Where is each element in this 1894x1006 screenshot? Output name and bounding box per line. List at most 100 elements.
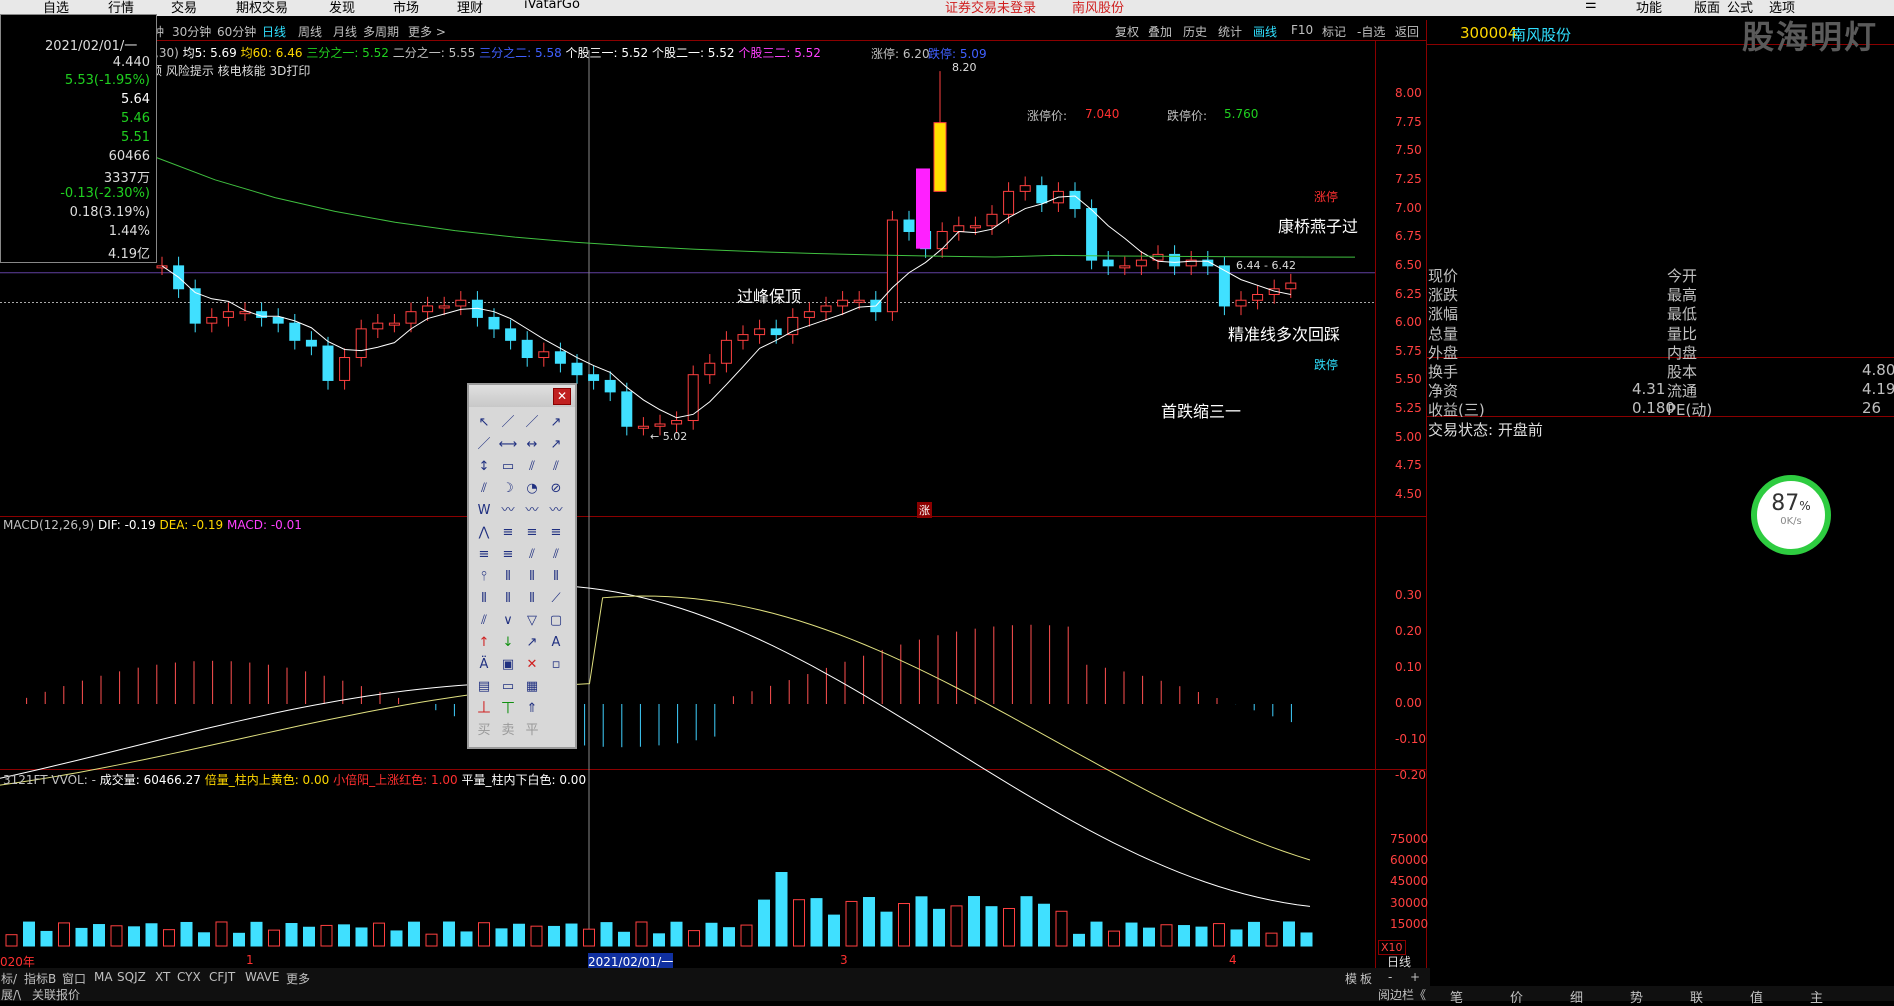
palette-tool-icon[interactable]: Ä <box>473 655 495 675</box>
palette-tool-icon[interactable]: ⫽ <box>521 457 543 477</box>
tab-cyx[interactable]: CYX <box>177 970 201 984</box>
palette-tool-icon[interactable]: ⫽ <box>545 457 567 477</box>
tab-ban[interactable]: 板 <box>1360 970 1372 987</box>
palette-tool-icon[interactable]: ⫯ <box>473 567 495 587</box>
expand-button[interactable]: 展/\ <box>1 986 21 1003</box>
tab-ma[interactable]: MA <box>94 970 113 984</box>
palette-tool-icon[interactable]: 丄 <box>473 699 495 719</box>
palette-tool-icon[interactable]: ☽ <box>497 479 519 499</box>
palette-tool-icon[interactable]: ⫽ <box>473 479 495 499</box>
toolbar-zixuan[interactable]: -自选 <box>1357 23 1385 40</box>
sidebar-toggle[interactable]: 阅边栏《 <box>1378 986 1426 1003</box>
palette-trade-label[interactable]: 买 <box>473 721 495 741</box>
rtab-bi[interactable]: 笔 <box>1450 987 1463 1006</box>
tab-sqjz[interactable]: SQJZ <box>117 970 146 984</box>
palette-tool-icon[interactable]: ⫽ <box>473 611 495 631</box>
palette-tool-icon[interactable]: ⊘ <box>545 479 567 499</box>
menu-item-ivatargo[interactable]: iVatarGo <box>524 0 580 12</box>
menu-item-faxian[interactable]: 发现 <box>329 0 355 16</box>
toolbar-tongji[interactable]: 统计 <box>1218 23 1242 40</box>
palette-tool-icon[interactable]: 丅 <box>497 699 519 719</box>
toolbar-huaxian[interactable]: 画线 <box>1253 23 1277 40</box>
menu-item-licai[interactable]: 理财 <box>457 0 483 16</box>
palette-close-icon[interactable]: ✕ <box>553 388 571 405</box>
period-weekly[interactable]: 周线 <box>298 23 322 40</box>
palette-tool-icon[interactable]: ⫽ <box>521 545 543 565</box>
related-quote[interactable]: 关联报价 <box>32 986 80 1003</box>
palette-tool-icon[interactable]: W <box>473 501 495 521</box>
palette-tool-icon[interactable]: ⟷ <box>497 435 519 455</box>
toolbar-f10[interactable]: F10 <box>1291 23 1313 37</box>
drawing-palette[interactable]: ✕ ↖ ／／ ↗ ／ ⟷ ↔ ↗ ↕ ▭ ⫽ ⫽ ⫽ ☽ ◔ ⊘ W 〰〰〰 ⋀ ≡ ≡ ≡ ≡ ≡ ⫽ ⫽ ⫯ ⦀ ⦀ ⦀ ⦀ ⦀ ⦀ ⟋ ⫽ ∨… <box>467 383 577 749</box>
palette-tool-icon[interactable]: ↑ <box>473 633 495 653</box>
palette-tool-icon[interactable]: ≡ <box>473 545 495 565</box>
menu-item-qiquan[interactable]: 期权交易 <box>236 0 288 16</box>
palette-tool-icon[interactable]: ↗ <box>545 413 567 433</box>
palette-tool-icon[interactable]: ／ <box>497 413 519 433</box>
palette-tool-icon[interactable]: ⋀ <box>473 523 495 543</box>
tab-more[interactable]: 更多 <box>286 970 310 987</box>
menu-item-jiaoyi[interactable]: 交易 <box>171 0 197 16</box>
palette-tool-icon[interactable]: ⇑ <box>521 699 543 719</box>
palette-tool-icon[interactable] <box>545 677 567 697</box>
tab-mo[interactable]: 模 <box>1345 970 1357 987</box>
palette-tool-icon[interactable]: ▽ <box>521 611 543 631</box>
palette-tool-icon[interactable]: ≡ <box>497 523 519 543</box>
period-daily[interactable]: 日线 <box>262 23 286 40</box>
palette-tool-icon[interactable]: ▤ <box>473 677 495 697</box>
tab-chuangkou[interactable]: 窗口 <box>62 970 86 987</box>
period-multi[interactable]: 多周期 <box>363 23 399 40</box>
toolbar-fanhui[interactable]: 返回 <box>1395 23 1419 40</box>
tab-zhibiao[interactable]: 指标B <box>24 970 56 987</box>
toolbar-lishi[interactable]: 历史 <box>1183 23 1207 40</box>
rtab-lian[interactable]: 联 <box>1690 987 1703 1006</box>
palette-tool-icon[interactable]: ⦀ <box>473 589 495 609</box>
toolbar-biaoji[interactable]: 标记 <box>1322 23 1346 40</box>
tab-wave[interactable]: WAVE <box>245 970 279 984</box>
palette-tool-icon[interactable]: ⦀ <box>521 567 543 587</box>
palette-tool-icon[interactable]: 〰 <box>521 501 543 521</box>
palette-tool-icon[interactable]: ↗ <box>545 435 567 455</box>
palette-tool-icon[interactable]: ↖ <box>473 413 495 433</box>
rtab-zhu[interactable]: 主 <box>1810 987 1823 1006</box>
palette-tool-icon[interactable]: ≡ <box>497 545 519 565</box>
palette-tool-icon[interactable]: ≡ <box>545 523 567 543</box>
palette-tool-icon[interactable]: ⫽ <box>545 545 567 565</box>
palette-tool-icon[interactable]: ⦀ <box>545 567 567 587</box>
tab-plus[interactable]: + <box>1410 970 1420 984</box>
palette-tool-icon[interactable]: ／ <box>521 413 543 433</box>
palette-tool-icon[interactable]: ↕ <box>473 457 495 477</box>
palette-trade-label[interactable]: 卖 <box>497 721 519 741</box>
toolbar-diejia[interactable]: 叠加 <box>1148 23 1172 40</box>
palette-tool-icon[interactable]: ▦ <box>521 677 543 697</box>
palette-tool-icon[interactable]: ≡ <box>521 523 543 543</box>
palette-tool-icon[interactable]: ／ <box>473 435 495 455</box>
tab-xt[interactable]: XT <box>155 970 170 984</box>
tab-minus[interactable]: - <box>1388 970 1392 984</box>
palette-tool-icon[interactable]: 〰 <box>545 501 567 521</box>
palette-tool-icon[interactable]: ↔ <box>521 435 543 455</box>
palette-tool-icon[interactable]: ✕ <box>521 655 543 675</box>
tab-cfjt[interactable]: CFJT <box>209 970 235 984</box>
palette-tool-icon[interactable]: ⦀ <box>497 589 519 609</box>
palette-tool-icon[interactable]: ◔ <box>521 479 543 499</box>
rtab-shi[interactable]: 势 <box>1630 987 1643 1006</box>
palette-tool-icon[interactable]: ∨ <box>497 611 519 631</box>
palette-tool-icon[interactable]: 〰 <box>497 501 519 521</box>
palette-tool-icon[interactable]: ↓ <box>497 633 519 653</box>
palette-tool-icon[interactable]: ↗ <box>521 633 543 653</box>
period-monthly[interactable]: 月线 <box>333 23 357 40</box>
palette-tool-icon[interactable]: A <box>545 633 567 653</box>
menu-icon[interactable]: ☰ <box>1585 0 1597 12</box>
period-30min[interactable]: 30分钟 <box>172 23 211 40</box>
rtab-jia[interactable]: 价 <box>1510 987 1523 1006</box>
tab-biao[interactable]: 标/ <box>1 970 17 987</box>
rtab-zhi[interactable]: 值 <box>1750 987 1763 1006</box>
palette-trade-label[interactable]: 平 <box>521 721 543 741</box>
palette-tool-icon[interactable]: ⦀ <box>497 567 519 587</box>
palette-tool-icon[interactable]: ▣ <box>497 655 519 675</box>
palette-tool-icon[interactable]: ▭ <box>497 457 519 477</box>
palette-titlebar[interactable]: ✕ <box>469 385 575 407</box>
toolbar-fuquan[interactable]: 复权 <box>1115 23 1139 40</box>
palette-tool-icon[interactable]: ⦀ <box>521 589 543 609</box>
